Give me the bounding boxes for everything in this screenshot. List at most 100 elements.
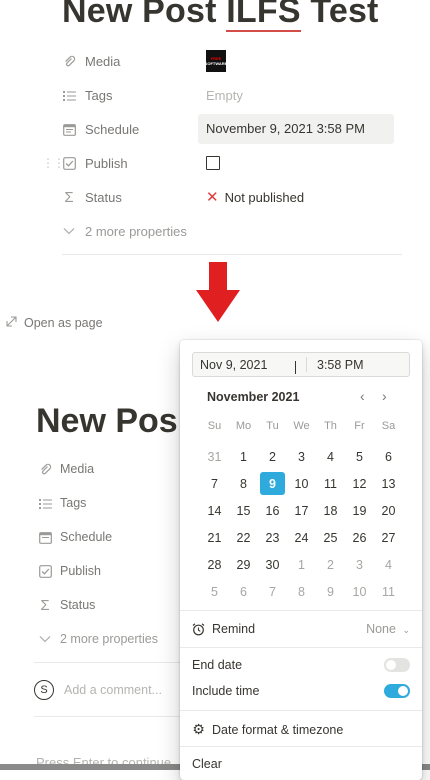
calendar-day[interactable]: 13 [374, 470, 403, 497]
drag-handle-icon[interactable]: ⋮⋮ [42, 156, 65, 170]
remind-row[interactable]: Remind None ⌄ [192, 622, 410, 636]
more-properties-toggle-secondary[interactable]: 2 more properties [38, 625, 158, 653]
weekday-label: Sa [381, 420, 396, 432]
property-schedule-secondary[interactable]: Schedule [38, 523, 112, 551]
calendar-day[interactable]: 6 [229, 578, 258, 605]
calendar-day[interactable]: 2 [316, 551, 345, 578]
property-schedule[interactable]: Schedule November 9, 2021 3:58 PM [62, 114, 402, 144]
gear-icon: ⚙ [192, 721, 205, 737]
calendar-day[interactable]: 24 [287, 524, 316, 551]
list-icon [62, 88, 76, 102]
include-time-toggle[interactable] [384, 684, 410, 698]
media-thumbnail[interactable]: FREE SOFTWARE [205, 50, 227, 72]
date-input-field[interactable]: Nov 9, 2021 [193, 358, 306, 374]
calendar-day[interactable]: 29 [229, 551, 258, 578]
title-text: New Post [62, 0, 227, 30]
calendar-day[interactable]: 11 [316, 470, 345, 497]
comment-input[interactable]: S Add a comment... [34, 680, 162, 700]
calendar-day[interactable]: 17 [287, 497, 316, 524]
end-date-toggle[interactable] [384, 658, 410, 672]
date-time-input[interactable]: Nov 9, 2021 3:58 PM [192, 352, 410, 377]
page-title-secondary[interactable]: New Pos [36, 402, 178, 441]
property-label: Publish [60, 564, 101, 578]
clear-button[interactable]: Clear [192, 757, 410, 771]
calendar-day[interactable]: 10 [345, 578, 374, 605]
open-as-page-button[interactable]: Open as page [6, 316, 103, 330]
more-properties-label: 2 more properties [60, 632, 158, 646]
calendar-day[interactable]: 3 [345, 551, 374, 578]
calendar-day[interactable]: 1 [229, 443, 258, 470]
down-arrow-icon [196, 262, 240, 322]
time-input-field[interactable]: 3:58 PM [307, 358, 364, 372]
calendar-day[interactable]: 7 [258, 578, 287, 605]
calendar-day[interactable]: 25 [316, 524, 345, 551]
calendar-day[interactable]: 10 [287, 470, 316, 497]
schedule-value[interactable]: November 9, 2021 3:58 PM [198, 114, 394, 144]
calendar-day[interactable]: 28 [200, 551, 229, 578]
end-date-row[interactable]: End date [192, 658, 410, 672]
calendar-day[interactable]: 3 [287, 443, 316, 470]
calendar-day[interactable]: 26 [345, 524, 374, 551]
next-month-button[interactable]: › [382, 388, 387, 404]
property-label: Tags [60, 496, 87, 510]
property-publish-secondary[interactable]: Publish [38, 557, 101, 585]
calendar-day[interactable]: 23 [258, 524, 287, 551]
calendar-day[interactable]: 12 [345, 470, 374, 497]
calendar-day[interactable]: 18 [316, 497, 345, 524]
calendar-day[interactable]: 27 [374, 524, 403, 551]
page-title[interactable]: New Post ILFS Test [62, 0, 379, 32]
calendar-day[interactable]: 2 [258, 443, 287, 470]
calendar-day[interactable]: 11 [374, 578, 403, 605]
more-properties-toggle[interactable]: 2 more properties [62, 216, 402, 246]
property-label: Status [85, 189, 122, 205]
weekday-label: Mo [235, 420, 252, 432]
calendar-day[interactable]: 16 [258, 497, 287, 524]
calendar-day[interactable]: 22 [229, 524, 258, 551]
calendar-day[interactable]: 1 [287, 551, 316, 578]
weekday-label: Su [207, 420, 222, 432]
weekday-label: We [293, 420, 310, 432]
calendar-day[interactable]: 8 [229, 470, 258, 497]
date-format-button[interactable]: ⚙ Date format & timezone [192, 721, 410, 738]
calendar-day[interactable]: 7 [200, 470, 229, 497]
property-label: Media [85, 53, 121, 69]
calendar-day[interactable]: 21 [200, 524, 229, 551]
tags-value[interactable]: Empty [206, 88, 402, 103]
clear-label: Clear [192, 757, 222, 771]
publish-checkbox[interactable] [206, 156, 220, 170]
paperclip-icon [62, 54, 76, 68]
property-status-secondary[interactable]: Σ Status [38, 591, 95, 619]
include-time-label: Include time [192, 684, 260, 698]
calendar-day-selected[interactable]: 9 [260, 472, 285, 495]
property-media-secondary[interactable]: Media [38, 455, 94, 483]
prev-month-button[interactable]: ‹ [360, 388, 365, 404]
calendar-day[interactable]: 5 [200, 578, 229, 605]
end-date-label: End date [192, 658, 243, 672]
calendar-day[interactable]: 4 [316, 443, 345, 470]
checkbox-icon [38, 564, 52, 578]
calendar-day[interactable]: 14 [200, 497, 229, 524]
calendar-day[interactable]: 20 [374, 497, 403, 524]
include-time-row[interactable]: Include time [192, 684, 410, 698]
divider [180, 610, 422, 611]
property-tags-secondary[interactable]: Tags [38, 489, 86, 517]
remind-label: Remind [212, 622, 256, 636]
calendar-day[interactable]: 5 [345, 443, 374, 470]
remind-dropdown[interactable]: None ⌄ [366, 622, 410, 636]
calendar-day[interactable]: 15 [229, 497, 258, 524]
property-media[interactable]: Media FREE SOFTWARE [62, 46, 402, 76]
calendar-day[interactable]: 8 [287, 578, 316, 605]
status-value: Not published [224, 189, 305, 205]
property-status[interactable]: Σ Status ✕ Not published [62, 182, 402, 212]
chevron-down-icon [38, 632, 52, 646]
title-spellcheck-word: ILFS [226, 0, 301, 32]
calendar-day[interactable]: 6 [374, 443, 403, 470]
property-tags[interactable]: Tags Empty [62, 80, 402, 110]
calendar-day[interactable]: 31 [200, 443, 229, 470]
property-publish[interactable]: Publish [62, 148, 402, 178]
calendar-day[interactable]: 30 [258, 551, 287, 578]
divider [34, 662, 184, 663]
calendar-day[interactable]: 9 [316, 578, 345, 605]
calendar-day[interactable]: 4 [374, 551, 403, 578]
calendar-day[interactable]: 19 [345, 497, 374, 524]
